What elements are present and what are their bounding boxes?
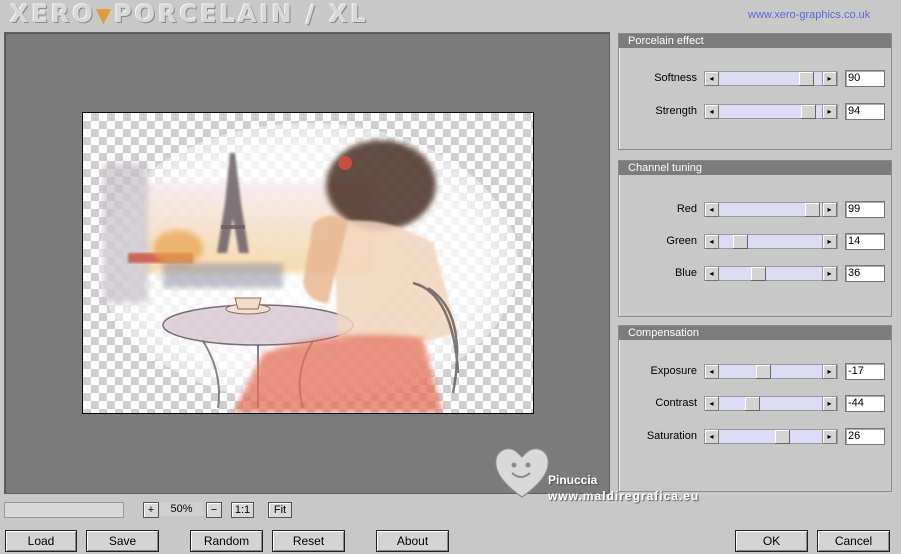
- logo-arrow-icon: ▼: [95, 3, 115, 27]
- slider-right-arrow-icon[interactable]: ▸: [822, 72, 837, 86]
- slider-thumb[interactable]: [801, 105, 816, 119]
- slider-label: Green: [666, 235, 697, 247]
- slider-left-arrow-icon[interactable]: ◂: [705, 72, 719, 86]
- about-button[interactable]: About: [376, 530, 449, 552]
- slider-thumb[interactable]: [733, 235, 748, 249]
- slider-label: Red: [676, 203, 697, 215]
- blue-slider[interactable]: ◂ ▸: [704, 266, 838, 281]
- slider-left-arrow-icon[interactable]: ◂: [705, 397, 719, 411]
- red-slider[interactable]: ◂ ▸: [704, 202, 838, 217]
- green-slider-row: Green ◂ ▸ 14: [619, 233, 891, 251]
- strength-slider-row: Strength ◂ ▸ 94: [619, 103, 891, 121]
- saturation-value-field[interactable]: 26: [845, 428, 885, 445]
- zoom-fit-button[interactable]: Fit: [268, 502, 292, 518]
- preview-image: [82, 112, 534, 414]
- website-link[interactable]: www.xero-graphics.co.uk: [748, 9, 870, 21]
- slider-left-arrow-icon[interactable]: ◂: [705, 235, 719, 249]
- slider-right-arrow-icon[interactable]: ▸: [822, 365, 837, 379]
- panel-title: Channel tuning: [619, 161, 891, 175]
- blue-value-field[interactable]: 36: [845, 265, 885, 282]
- slider-thumb[interactable]: [745, 397, 760, 411]
- strength-slider[interactable]: ◂ ▸: [704, 104, 838, 119]
- softness-slider-row: Softness ◂ ▸ 90: [619, 70, 891, 88]
- contrast-value-field[interactable]: -44: [845, 395, 885, 412]
- slider-label: Contrast: [655, 397, 697, 409]
- green-value-field[interactable]: 14: [845, 233, 885, 250]
- watermark-url: www.maldiregrafica.eu: [548, 489, 700, 503]
- slider-thumb[interactable]: [756, 365, 771, 379]
- panel-title: Porcelain effect: [619, 34, 891, 48]
- saturation-slider[interactable]: ◂ ▸: [704, 429, 838, 444]
- slider-right-arrow-icon[interactable]: ▸: [822, 397, 837, 411]
- slider-right-arrow-icon[interactable]: ▸: [822, 203, 837, 217]
- slider-left-arrow-icon[interactable]: ◂: [705, 267, 719, 281]
- softness-slider[interactable]: ◂ ▸: [704, 71, 838, 86]
- ok-button[interactable]: OK: [735, 530, 808, 552]
- contrast-slider-row: Contrast ◂ ▸ -44: [619, 395, 891, 413]
- porcelain-effect-panel: Porcelain effect Softness ◂ ▸ 90 Strengt…: [618, 33, 892, 150]
- panel-title: Compensation: [619, 326, 891, 340]
- slider-thumb[interactable]: [775, 430, 790, 444]
- heart-smiley-icon: [495, 448, 549, 498]
- zoom-in-button[interactable]: +: [143, 502, 159, 518]
- slider-label: Exposure: [650, 365, 697, 377]
- slider-label: Saturation: [646, 430, 697, 442]
- slider-right-arrow-icon[interactable]: ▸: [822, 105, 837, 119]
- save-button[interactable]: Save: [86, 530, 159, 552]
- zoom-1-1-button[interactable]: 1:1: [231, 502, 254, 518]
- zoom-level: 50%: [160, 502, 203, 516]
- header-bar: XERO▼PORCELAIN / XL www.xero-graphics.co…: [0, 0, 901, 28]
- zoom-out-button[interactable]: −: [206, 502, 222, 518]
- watermark: Pinuccia www.maldiregrafica.eu: [492, 443, 732, 503]
- slider-left-arrow-icon[interactable]: ◂: [705, 105, 719, 119]
- cancel-button[interactable]: Cancel: [817, 530, 890, 552]
- slider-left-arrow-icon[interactable]: ◂: [705, 203, 719, 217]
- slider-right-arrow-icon[interactable]: ▸: [822, 235, 837, 249]
- red-value-field[interactable]: 99: [845, 201, 885, 218]
- red-slider-row: Red ◂ ▸ 99: [619, 201, 891, 219]
- slider-thumb[interactable]: [805, 203, 820, 217]
- slider-right-arrow-icon[interactable]: ▸: [822, 267, 837, 281]
- exposure-value-field[interactable]: -17: [845, 363, 885, 380]
- green-slider[interactable]: ◂ ▸: [704, 234, 838, 249]
- logo-text-xero: XERO: [10, 0, 96, 28]
- slider-label: Softness: [654, 72, 697, 84]
- blue-slider-row: Blue ◂ ▸ 36: [619, 265, 891, 283]
- slider-right-arrow-icon[interactable]: ▸: [822, 430, 837, 444]
- watermark-name: Pinuccia: [548, 473, 598, 487]
- logo-text-porcelain: PORCELAIN / XL: [114, 0, 369, 28]
- exposure-slider[interactable]: ◂ ▸: [704, 364, 838, 379]
- slider-left-arrow-icon[interactable]: ◂: [705, 430, 719, 444]
- slider-label: Strength: [655, 105, 697, 117]
- softness-value-field[interactable]: 90: [845, 70, 885, 87]
- load-button[interactable]: Load: [5, 530, 77, 552]
- preview-area[interactable]: [4, 32, 610, 494]
- slider-label: Blue: [674, 267, 697, 279]
- slider-thumb[interactable]: [799, 72, 814, 86]
- strength-value-field[interactable]: 94: [845, 103, 885, 120]
- slider-left-arrow-icon[interactable]: ◂: [705, 365, 719, 379]
- random-button[interactable]: Random: [190, 530, 263, 552]
- progress-bar: [4, 502, 124, 518]
- exposure-slider-row: Exposure ◂ ▸ -17: [619, 363, 891, 381]
- channel-tuning-panel: Channel tuning Red ◂ ▸ 99 Green ◂ ▸ 14 B…: [618, 160, 892, 317]
- app-logo: XERO▼PORCELAIN / XL: [10, 1, 369, 27]
- contrast-slider[interactable]: ◂ ▸: [704, 396, 838, 411]
- reset-button[interactable]: Reset: [272, 530, 345, 552]
- slider-thumb[interactable]: [751, 267, 766, 281]
